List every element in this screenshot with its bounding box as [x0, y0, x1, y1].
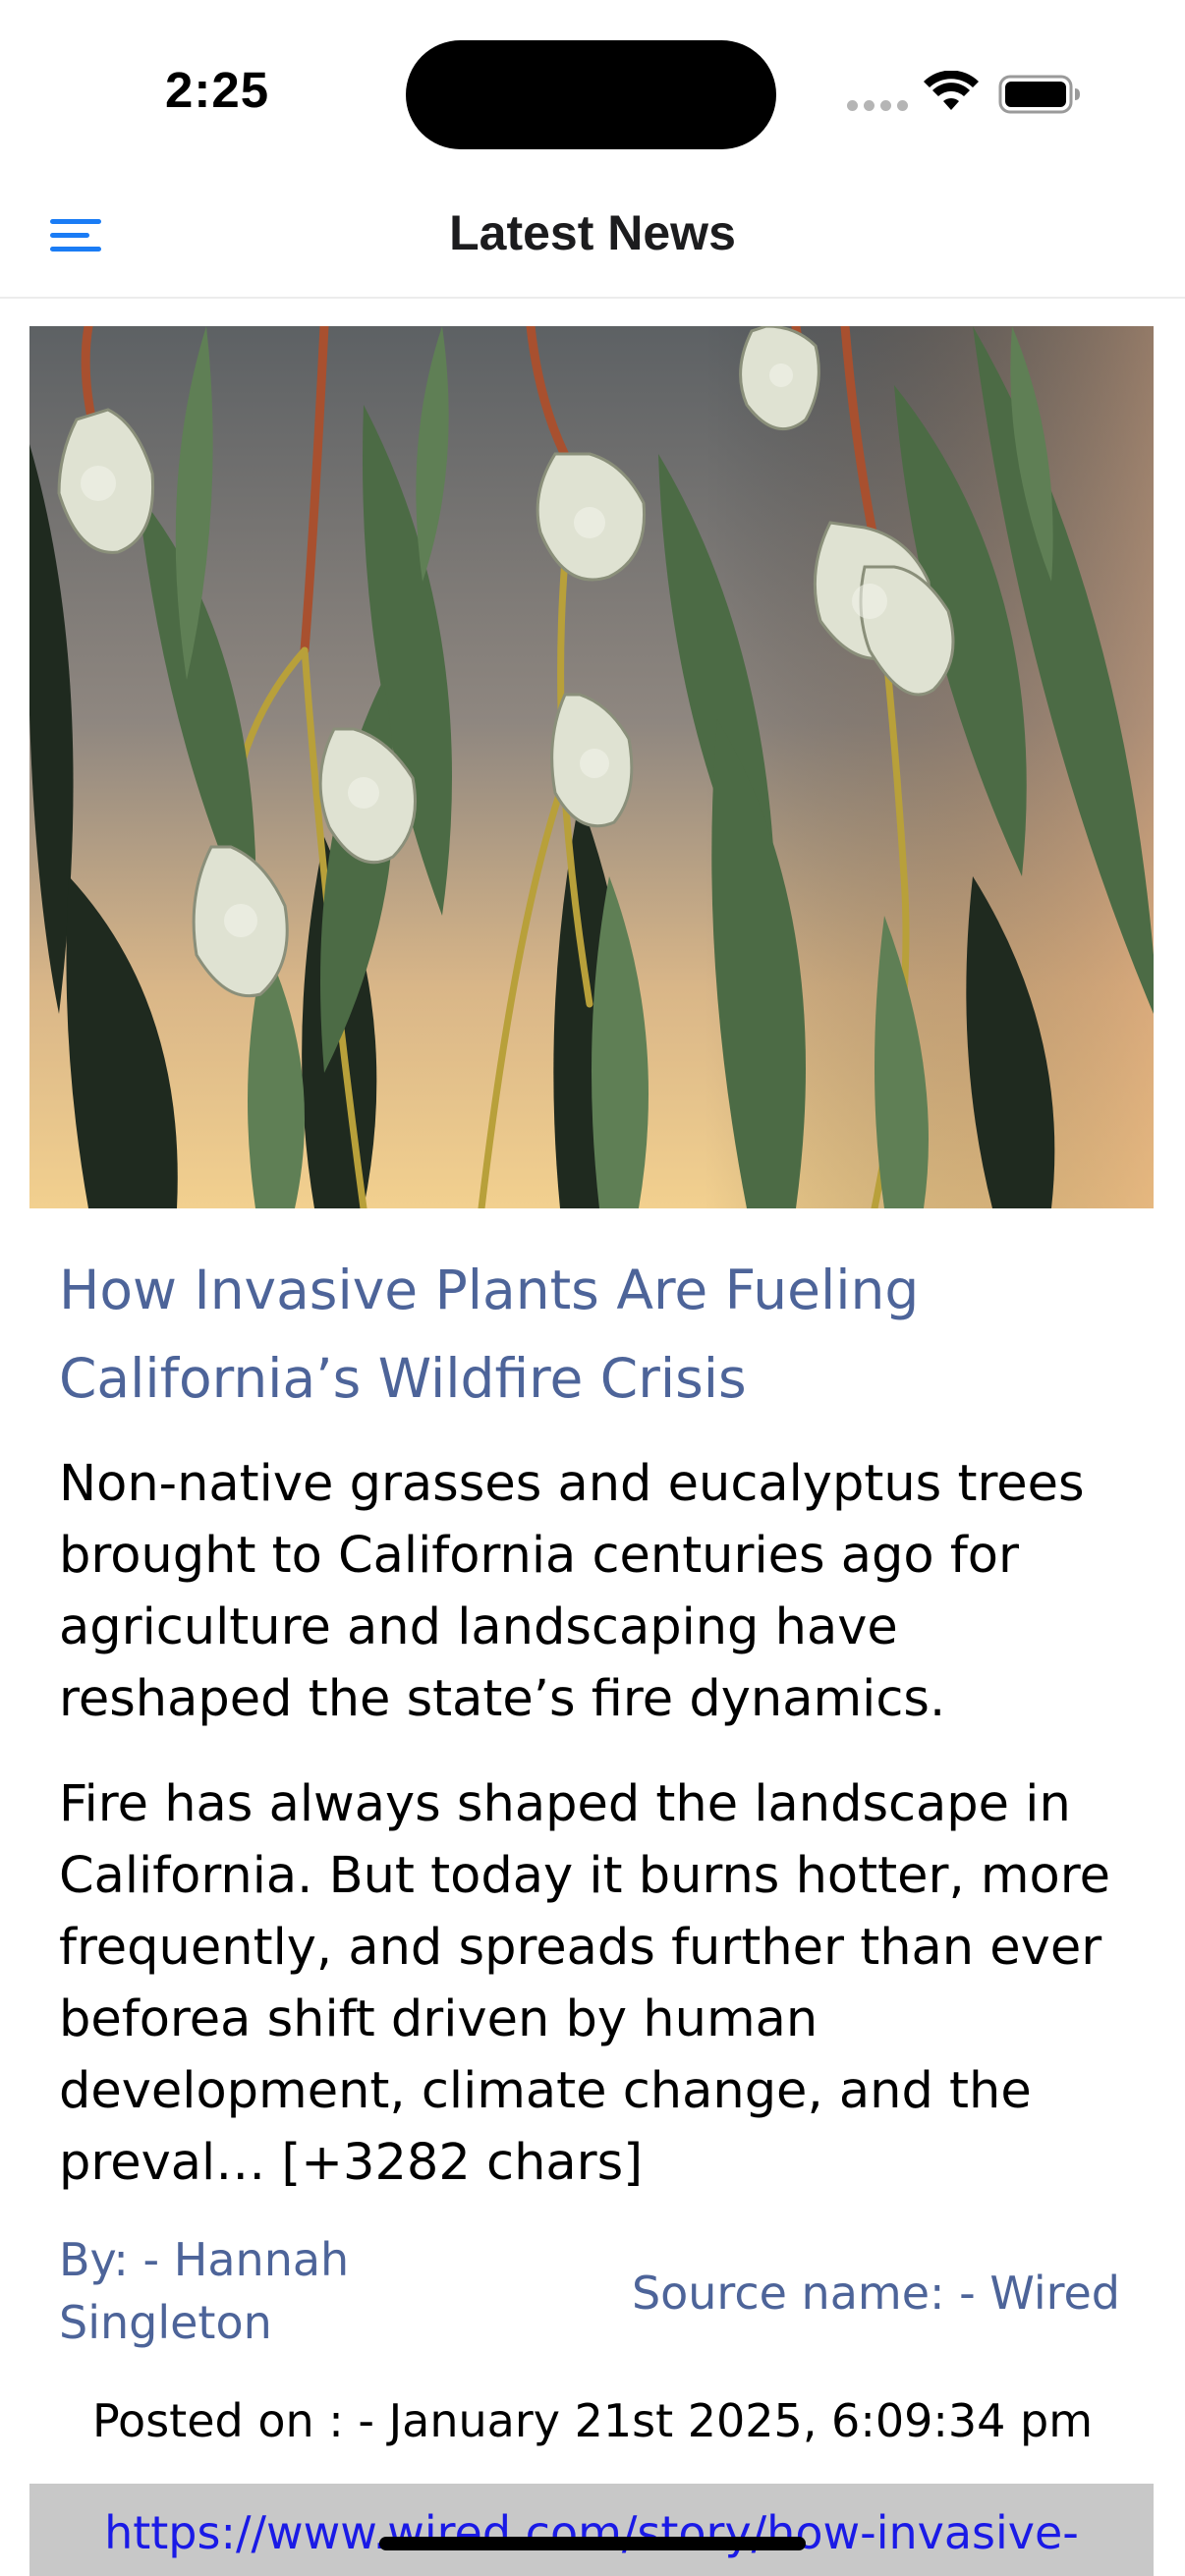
home-indicator[interactable] — [379, 2537, 806, 2550]
article-link[interactable]: https://www.wired.com/story/how-invasive… — [29, 2501, 1154, 2564]
article-content: Fire has always shaped the landscape in … — [59, 1775, 1110, 2192]
article-description: Non-native grasses and eucalyptus trees … — [59, 1455, 1085, 1728]
navigation-bar: Latest News — [0, 177, 1185, 299]
status-time: 2:25 — [165, 62, 270, 118]
wifi-icon — [924, 71, 979, 110]
article-link-bar: https://www.wired.com/story/how-invasive… — [29, 2484, 1154, 2576]
battery-icon — [998, 75, 1080, 114]
dynamic-island — [406, 40, 776, 149]
page-title: Latest News — [449, 205, 736, 260]
article-title[interactable]: How Invasive Plants Are Fueling Californ… — [59, 1246, 1130, 1423]
article-source: Source name: - Wired — [631, 2267, 1120, 2320]
article-posted-date: Posted on : - January 21st 2025, 6:09:34… — [91, 2394, 1094, 2447]
status-bar: 2:25 — [0, 0, 1185, 177]
article-author: By: - Hannah Singleton — [59, 2233, 350, 2349]
cellular-signal-icon — [847, 100, 908, 111]
article-image[interactable] — [29, 326, 1154, 1208]
